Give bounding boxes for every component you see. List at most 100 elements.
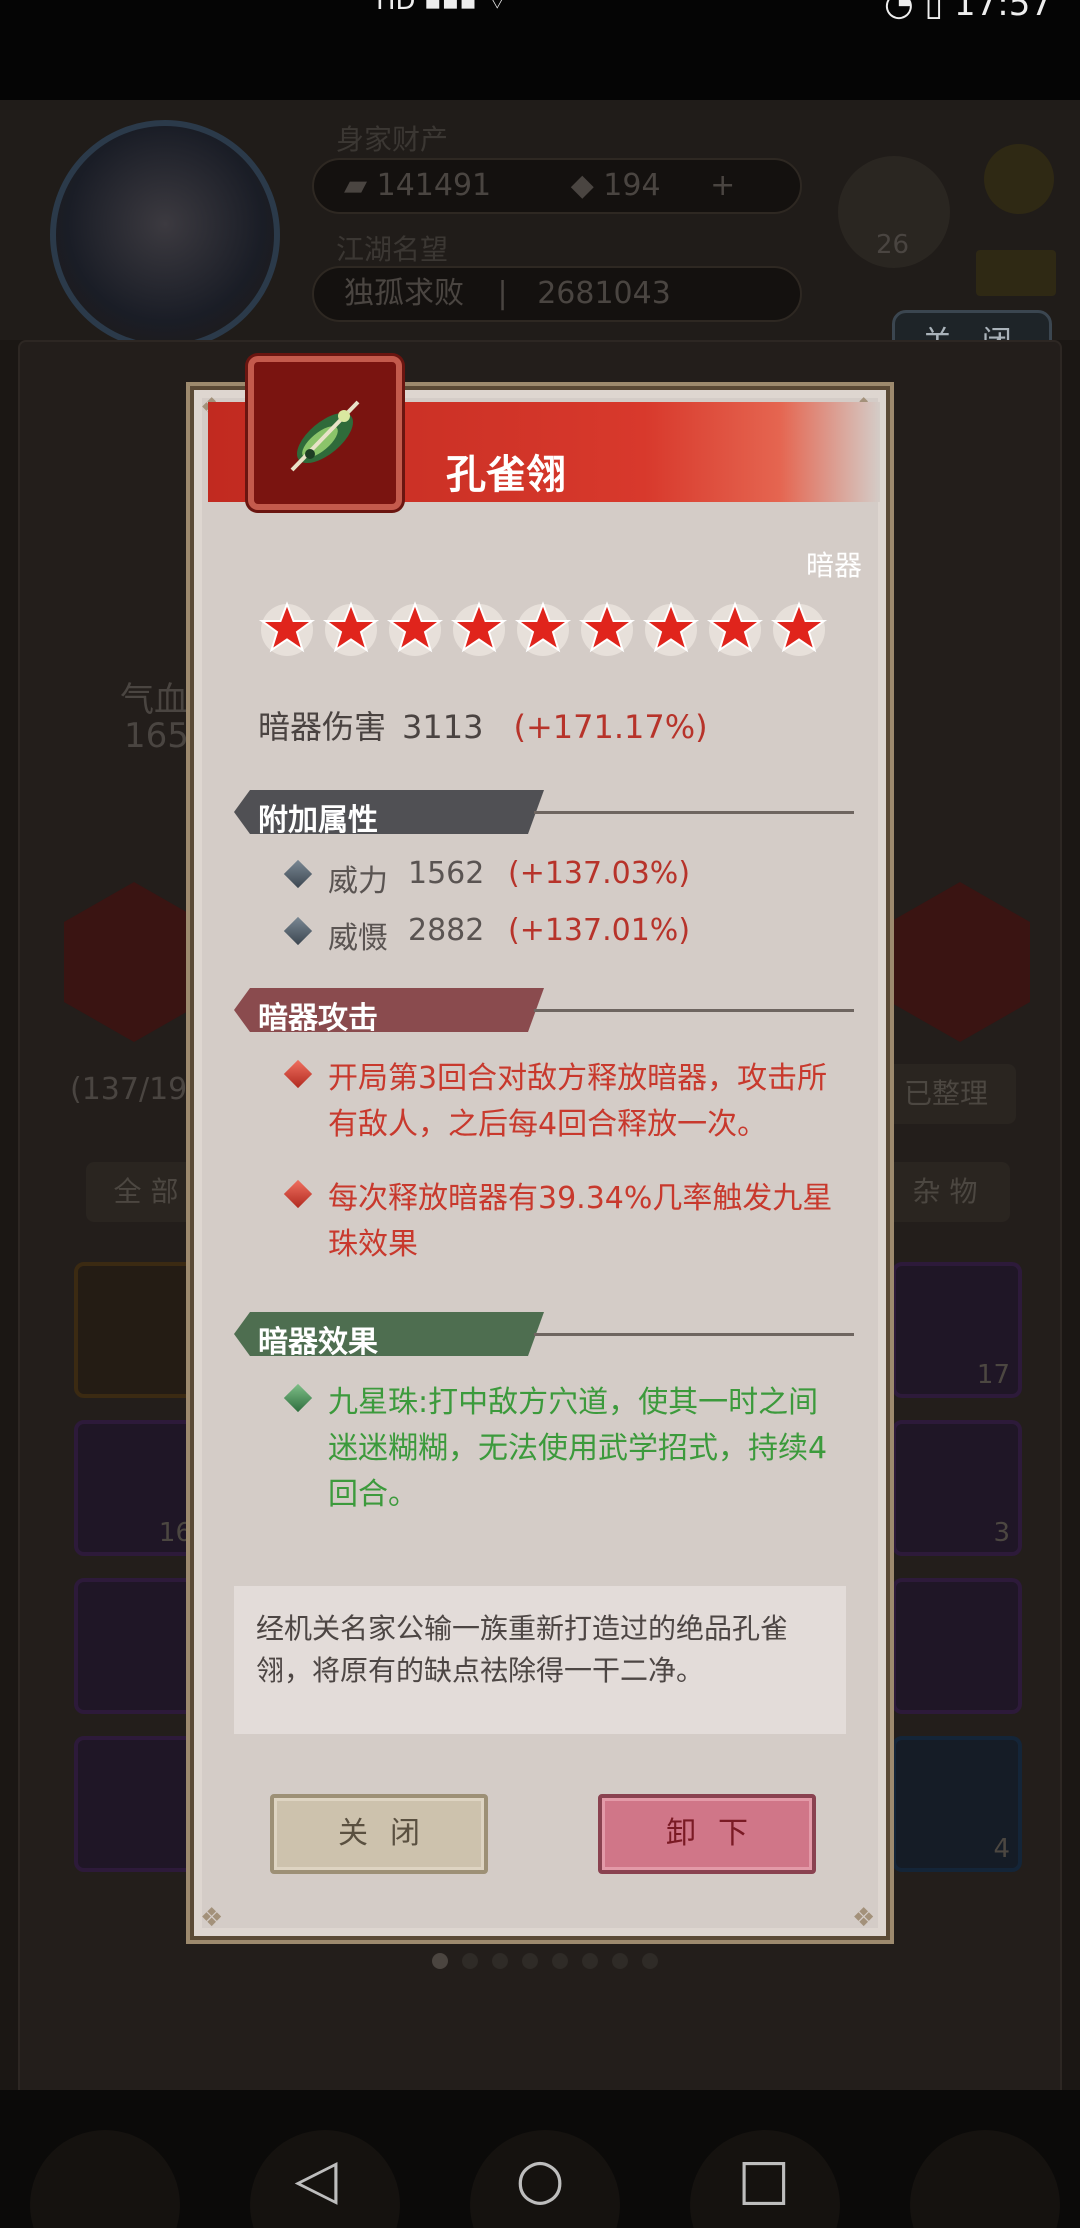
red-star-icon	[706, 601, 764, 656]
sort-button[interactable]: 已整理	[876, 1064, 1016, 1124]
main-stat-value: 3113	[402, 708, 484, 746]
jade-icon: ◆	[570, 168, 604, 203]
section-title: 附加属性	[258, 803, 378, 838]
attr-row: 威力 1562 (+137.03%)	[283, 856, 848, 900]
mail-icon[interactable]	[976, 250, 1056, 296]
page-dot	[492, 1953, 508, 1969]
tab-misc[interactable]: 杂 物	[880, 1162, 1010, 1222]
section-title: 暗器效果	[258, 1325, 378, 1360]
currency-bar: ▰ 141491 ◆ 194 +	[312, 158, 802, 214]
status-icons-right: ◔ ▯	[884, 0, 944, 24]
page-dot	[612, 1953, 628, 1969]
attack-item: 每次释放暗器有39.34%几率触发九星珠效果	[283, 1176, 848, 1268]
attr-value: 1562	[408, 856, 485, 891]
red-star-icon	[578, 601, 636, 656]
extra-attrs-header: 附加属性	[234, 790, 854, 838]
inventory-slot[interactable]: 17	[892, 1262, 1022, 1398]
main-stat-label: 暗器伤害	[258, 708, 387, 746]
star-rating	[258, 600, 828, 658]
slot-count: 16	[158, 1518, 192, 1548]
attack-item: 开局第3回合对敌方释放暗器，攻击所有敌人，之后每4回合释放一次。	[283, 1056, 848, 1148]
attr-name: 威力	[328, 864, 388, 899]
effect-text: 九星珠:打中敌方穴道，使其一时之间迷迷糊糊，无法使用武学招式，持续4回合。	[328, 1385, 828, 1512]
red-star-icon	[642, 601, 700, 656]
page-dot	[642, 1953, 658, 1969]
inventory-slot[interactable]	[74, 1736, 204, 1872]
red-star-icon	[258, 601, 316, 656]
inventory-slot[interactable]	[892, 1578, 1022, 1714]
gem-icon	[283, 1059, 313, 1089]
peacock-feather-icon	[290, 400, 360, 472]
page-indicator	[432, 1953, 658, 1969]
red-star-icon	[770, 601, 828, 656]
gear-icon[interactable]	[984, 144, 1054, 214]
gem-icon	[283, 1179, 313, 1209]
inventory-slot[interactable]: 16	[74, 1420, 204, 1556]
effect-header: 暗器效果	[234, 1312, 854, 1360]
player-title: 独孤求败	[344, 276, 464, 311]
weapon-slot[interactable]	[64, 882, 204, 1042]
effect-item: 九星珠:打中敌方穴道，使其一时之间迷迷糊糊，无法使用武学招式，持续4回合。	[283, 1380, 848, 1518]
item-category: 暗器	[805, 549, 862, 582]
main-stat-bonus: (+171.17%)	[513, 708, 708, 746]
reputation-label: 江湖名望	[336, 233, 449, 266]
tab-all[interactable]: 全 部	[86, 1162, 206, 1222]
item-icon-frame	[248, 356, 402, 510]
back-triangle-icon[interactable]: ◁	[284, 2148, 348, 2212]
page-dot	[522, 1953, 538, 1969]
red-star-icon	[322, 601, 380, 656]
attr-name: 威慑	[328, 921, 388, 956]
system-nav-bar: ◁ ○ □	[0, 2130, 1080, 2228]
inventory-slot[interactable]	[74, 1578, 204, 1714]
add-currency-icon[interactable]: +	[710, 168, 735, 203]
gold-amount: 141491	[376, 168, 492, 203]
gold-icon: ▰	[344, 168, 377, 203]
attack-header: 暗器攻击	[234, 988, 854, 1036]
hp-label: 气血	[120, 680, 188, 720]
gem-icon	[283, 916, 313, 946]
attack-text: 每次释放暗器有39.34%几率触发九星珠效果	[328, 1181, 833, 1262]
recents-square-icon[interactable]: □	[732, 2148, 796, 2212]
attr-bonus: (+137.01%)	[508, 913, 691, 948]
player-avatar[interactable]	[50, 120, 280, 350]
status-right: ◔ ▯ 17:57	[884, 0, 1052, 24]
hp-value: 165	[124, 716, 189, 756]
close-button[interactable]: 关闭	[270, 1794, 488, 1874]
corner-ornament: ❖	[852, 1903, 876, 1933]
attr-value: 2882	[408, 913, 485, 948]
slot-count: 17	[976, 1360, 1010, 1390]
red-star-icon	[450, 601, 508, 656]
page-dot	[462, 1953, 478, 1969]
jade-amount: 194	[603, 168, 661, 203]
main-stat: 暗器伤害 3113 (+171.17%)	[258, 702, 708, 748]
attack-text: 开局第3回合对敌方释放暗器，攻击所有敌人，之后每4回合释放一次。	[328, 1061, 828, 1142]
page-dot	[432, 1953, 448, 1969]
red-star-icon	[386, 601, 444, 656]
attr-bonus: (+137.03%)	[508, 856, 691, 891]
corner-ornament: ❖	[200, 1903, 224, 1933]
home-circle-icon[interactable]: ○	[508, 2148, 572, 2212]
attr-row: 威慑 2882 (+137.01%)	[283, 913, 848, 957]
player-header: 身家财产 ▰ 141491 ◆ 194 + 江湖名望 独孤求败 | 268104…	[0, 100, 1080, 350]
level-value: 26	[876, 230, 910, 260]
inventory-slot[interactable]	[74, 1262, 204, 1398]
reputation-bar: 独孤求败 | 2681043	[312, 266, 802, 322]
gem-icon	[283, 859, 313, 889]
item-description: 经机关名家公输一族重新打造过的绝品孔雀翎，将原有的缺点祛除得一干二净。	[234, 1586, 846, 1734]
inventory-slot[interactable]: 4	[892, 1736, 1022, 1872]
wealth-label: 身家财产	[336, 123, 449, 156]
reputation-value: 2681043	[537, 276, 671, 311]
status-bar: HD ▪▪▪ ⌔ ◔ ▯ 17:57	[0, 0, 1080, 24]
capacity-text: (137/192	[70, 1072, 207, 1107]
red-star-icon	[514, 601, 572, 656]
clock: 17:57	[954, 0, 1052, 24]
unequip-button[interactable]: 卸下	[598, 1794, 816, 1874]
inventory-slot[interactable]: 3	[892, 1420, 1022, 1556]
slot-count: 3	[993, 1518, 1010, 1548]
gem-icon	[283, 1383, 313, 1413]
status-icons-left: HD ▪▪▪ ⌔	[376, 0, 510, 16]
item-detail-modal: ❖ ❖ ❖ ❖ 孔雀翎 暗器 暗器伤害3113(+171.17%) 附加属性 威…	[190, 386, 890, 1940]
mount-slot[interactable]	[890, 882, 1030, 1042]
page-dot	[582, 1953, 598, 1969]
item-title: 孔雀翎	[446, 452, 566, 498]
